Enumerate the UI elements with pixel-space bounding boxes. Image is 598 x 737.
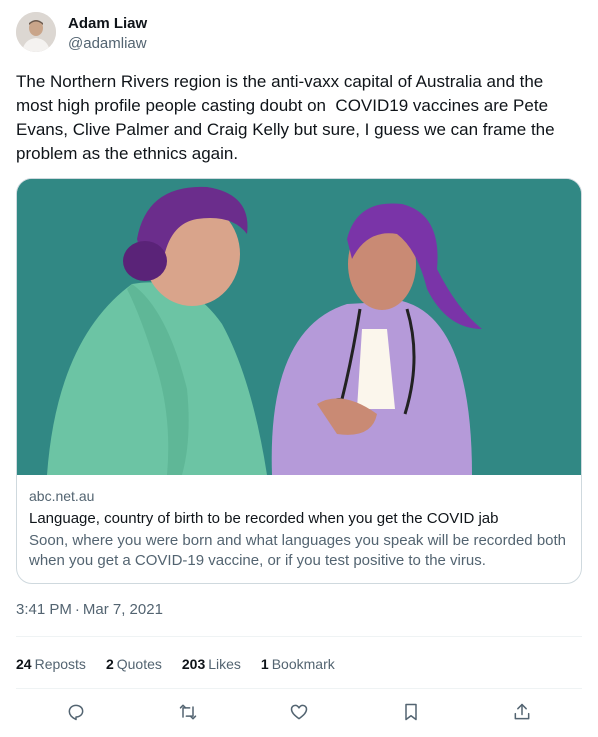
bookmarks-stat[interactable]: 1 Bookmark <box>261 654 335 674</box>
tweet-timestamp[interactable]: 3:41 PM · Mar 7, 2021 <box>16 600 163 620</box>
tweet-text: The Northern Rivers region is the anti-v… <box>16 72 560 163</box>
quotes-stat[interactable]: 2 Quotes <box>106 654 162 674</box>
timestamp-separator: · <box>74 601 80 618</box>
reposts-label: Reposts <box>34 656 86 672</box>
reply-button[interactable] <box>64 700 88 724</box>
quotes-label: Quotes <box>116 656 162 672</box>
card-body: abc.net.au Language, country of birth to… <box>17 475 581 583</box>
like-button[interactable] <box>287 700 311 724</box>
bookmarks-count: 1 <box>260 656 269 672</box>
tweet-date: Mar 7, 2021 <box>82 601 163 618</box>
quotes-count: 2 <box>105 656 114 672</box>
engagement-stats: 24 Reposts 2 Quotes 203 Likes 1 Bookmark <box>16 654 355 674</box>
action-bar <box>16 700 582 730</box>
bookmark-button[interactable] <box>399 700 423 724</box>
reply-icon <box>68 704 84 721</box>
divider <box>16 688 582 689</box>
card-domain: abc.net.au <box>29 488 95 504</box>
card-image <box>17 179 581 475</box>
tweet-header: Adam Liaw @adamliaw <box>16 12 147 54</box>
reposts-stat[interactable]: 24 Reposts <box>16 654 86 674</box>
reposts-count: 24 <box>16 656 32 672</box>
repost-icon <box>179 704 196 720</box>
likes-label: Likes <box>208 656 241 672</box>
bookmarks-label: Bookmark <box>271 656 335 672</box>
avatar[interactable] <box>16 12 56 52</box>
divider <box>16 636 582 637</box>
avatar-image <box>16 12 56 52</box>
author-names: Adam Liaw @adamliaw <box>68 14 147 54</box>
share-button[interactable] <box>510 700 534 724</box>
author-display-name[interactable]: Adam Liaw <box>68 14 147 34</box>
share-icon <box>514 703 530 720</box>
author-handle[interactable]: @adamliaw <box>68 34 147 54</box>
bookmark-icon <box>404 703 417 721</box>
card-illustration <box>17 179 581 475</box>
link-card[interactable]: abc.net.au Language, country of birth to… <box>16 178 582 584</box>
repost-button[interactable] <box>176 700 200 724</box>
like-icon <box>290 704 308 720</box>
tweet-time: 3:41 PM <box>16 601 72 618</box>
card-title[interactable]: Language, country of birth to be recorde… <box>29 509 569 529</box>
card-description: Soon, where you were born and what langu… <box>29 532 567 569</box>
likes-stat[interactable]: 203 Likes <box>182 654 241 674</box>
likes-count: 203 <box>181 656 206 672</box>
